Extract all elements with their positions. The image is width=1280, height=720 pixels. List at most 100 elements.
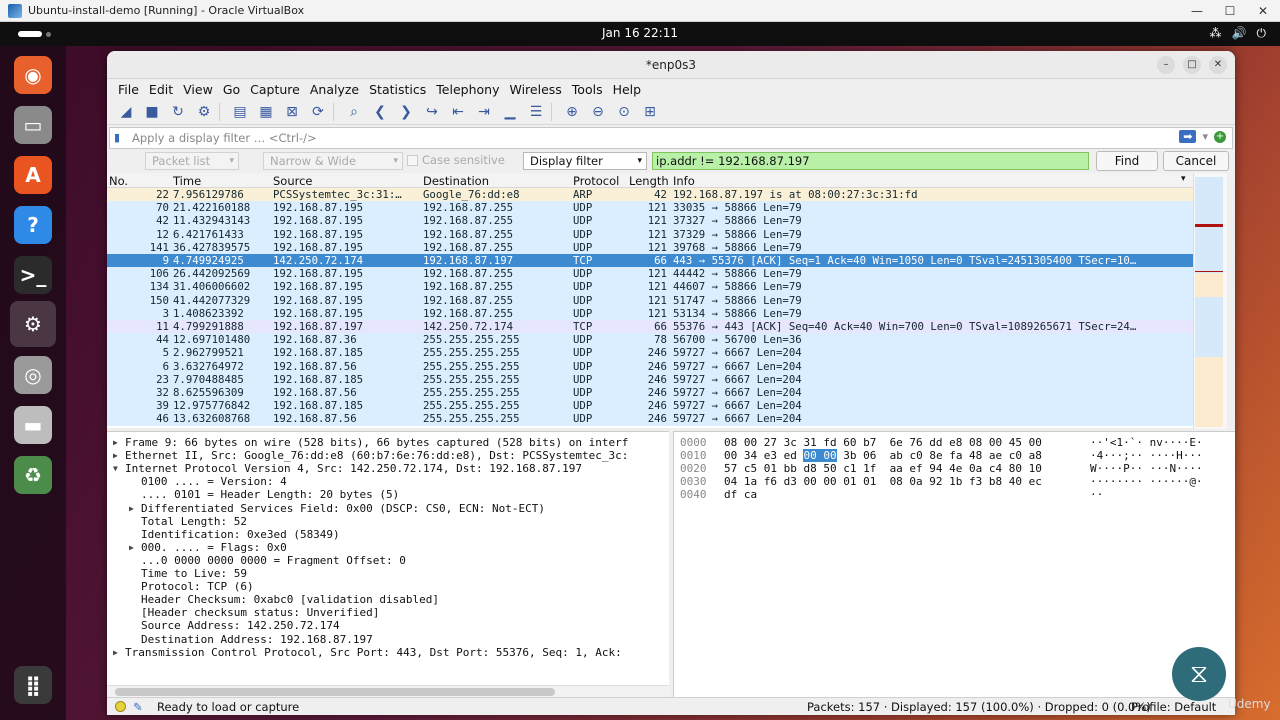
- packet-row[interactable]: 23 7.970488485 192.168.87.185 255.255.255.2…: [107, 372, 1193, 386]
- character-width-combo[interactable]: Narrow & Wide ▾: [263, 152, 403, 170]
- firefox-icon[interactable]: ◉: [14, 56, 52, 94]
- packet-row[interactable]: 32 8.625596309 192.168.87.56 255.255.255.25…: [107, 386, 1193, 400]
- packet-row[interactable]: 134 31.406006602 192.168.87.195 192.168.87.…: [107, 280, 1193, 294]
- scrollbar-thumb[interactable]: [115, 688, 555, 696]
- normal-size-icon[interactable]: ⊙: [613, 101, 635, 123]
- close-file-icon[interactable]: ⊠: [281, 101, 303, 123]
- column-time[interactable]: Time: [173, 174, 201, 188]
- optical-drive-icon[interactable]: ◎: [14, 356, 52, 394]
- detail-line[interactable]: Identification: 0xe3ed (58349): [107, 528, 669, 541]
- first-packet-icon[interactable]: ⇤: [447, 101, 469, 123]
- packet-row[interactable]: 106 26.442092569 192.168.87.195 192.168.87.…: [107, 267, 1193, 281]
- detail-line[interactable]: ...0 0000 0000 0000 = Fragment Offset: 0: [107, 554, 669, 567]
- packet-row[interactable]: 44 12.697101480 192.168.87.36 255.255.255.2…: [107, 333, 1193, 347]
- collapsed-arrow-icon[interactable]: ▶: [129, 541, 134, 554]
- column-source[interactable]: Source: [273, 174, 313, 188]
- go-back-icon[interactable]: ❮: [369, 101, 391, 123]
- menu-file[interactable]: File: [113, 82, 144, 97]
- apply-filter-icon[interactable]: ➡: [1179, 130, 1197, 143]
- menu-edit[interactable]: Edit: [144, 82, 178, 97]
- detail-line[interactable]: [Header checksum status: Unverified]: [107, 606, 669, 619]
- collapsed-arrow-icon[interactable]: ▶: [113, 436, 118, 449]
- column-length[interactable]: Length: [629, 174, 669, 188]
- find-button[interactable]: Find: [1096, 151, 1158, 171]
- find-packet-icon[interactable]: ⌕: [343, 101, 365, 123]
- add-filter-button-icon[interactable]: +: [1214, 130, 1226, 143]
- expanded-arrow-icon[interactable]: ▼: [113, 462, 118, 475]
- packet-minimap[interactable]: [1195, 177, 1223, 427]
- show-apps-icon[interactable]: ⣿: [14, 666, 52, 704]
- packet-list[interactable]: 22 7.956129786 PCSSystemtec_3c:31:… Google_…: [107, 188, 1193, 428]
- menu-wireless[interactable]: Wireless: [504, 82, 566, 97]
- clock[interactable]: Jan 16 22:11: [0, 26, 1280, 40]
- close-button[interactable]: ✕: [1209, 56, 1227, 74]
- column-destination[interactable]: Destination: [423, 174, 489, 188]
- hex-line[interactable]: 0000 08 00 27 3c 31 fd 60 b7 6e 76 dd e8 …: [674, 436, 1234, 449]
- menu-go[interactable]: Go: [218, 82, 245, 97]
- help-icon[interactable]: ?: [14, 206, 52, 244]
- search-type-combo[interactable]: Display filter ▾: [523, 152, 647, 170]
- packet-row[interactable]: 42 11.432943143 192.168.87.195 192.168.87.2…: [107, 214, 1193, 228]
- packet-row[interactable]: 39 12.975776842 192.168.87.185 255.255.255.…: [107, 399, 1193, 413]
- hex-line[interactable]: 0030 04 1a f6 d3 00 00 01 01 08 0a 92 1b …: [674, 475, 1234, 488]
- menu-help[interactable]: Help: [608, 82, 647, 97]
- vbox-close-button[interactable]: ✕: [1246, 0, 1280, 22]
- detail-line[interactable]: ▶ Transmission Control Protocol, Src Port…: [107, 646, 669, 659]
- detail-line[interactable]: Destination Address: 192.168.87.197: [107, 633, 669, 646]
- column-no[interactable]: No.: [109, 174, 128, 188]
- trash-icon[interactable]: ♻: [14, 456, 52, 494]
- packet-row[interactable]: 6 3.632764972 192.168.87.56 255.255.255.255…: [107, 359, 1193, 373]
- packet-row[interactable]: 9 4.749924925 142.250.72.174 192.168.87.197…: [107, 254, 1193, 268]
- column-info[interactable]: Info: [673, 174, 695, 188]
- checkbox-icon[interactable]: [407, 154, 418, 166]
- detail-line[interactable]: Total Length: 52: [107, 515, 669, 528]
- expert-info-icon[interactable]: [115, 701, 126, 712]
- case-sensitive-checkbox[interactable]: Case sensitive: [407, 153, 505, 167]
- vbox-minimize-button[interactable]: —: [1180, 0, 1214, 22]
- packet-row[interactable]: 141 36.427839575 192.168.87.195 192.168.87.…: [107, 240, 1193, 254]
- detail-line[interactable]: ▶ Frame 9: 66 bytes on wire (528 bits), 6…: [107, 436, 669, 449]
- search-in-combo[interactable]: Packet list ▾: [145, 152, 239, 170]
- bookmark-icon[interactable]: ▮: [114, 131, 128, 145]
- menu-view[interactable]: View: [178, 82, 218, 97]
- volume-icon[interactable]: 🔊: [1232, 26, 1247, 41]
- filter-dropdown-icon[interactable]: ▾: [1202, 130, 1208, 143]
- save-file-icon[interactable]: ▦: [255, 101, 277, 123]
- drive-icon[interactable]: ▬: [14, 406, 52, 444]
- hex-line[interactable]: 0040 df ca ··: [674, 488, 1234, 501]
- detail-line[interactable]: Header Checksum: 0xabc0 [validation disa…: [107, 593, 669, 606]
- display-filter-input[interactable]: Apply a display filter … <Ctrl-/>: [132, 131, 317, 145]
- hex-line[interactable]: 0010 00 34 e3 ed 00 00 3b 06 ab c0 8e fa …: [674, 449, 1234, 463]
- detail-line[interactable]: Time to Live: 59: [107, 567, 669, 580]
- reload-file-icon[interactable]: ⟳: [307, 101, 329, 123]
- packet-row[interactable]: 12 6.421761433 192.168.87.195 192.168.87.25…: [107, 227, 1193, 241]
- menu-statistics[interactable]: Statistics: [364, 82, 431, 97]
- detail-line[interactable]: 0100 .... = Version: 4: [107, 475, 669, 488]
- profile-label[interactable]: Profile: Default: [1131, 700, 1216, 714]
- hex-line[interactable]: 0020 57 c5 01 bb d8 50 c1 1f aa ef 94 4e …: [674, 462, 1234, 475]
- system-tray[interactable]: ⁂ 🔊 ⏻: [1210, 26, 1266, 41]
- packet-bytes-pane[interactable]: 0000 08 00 27 3c 31 fd 60 b7 6e 76 dd e8 …: [673, 431, 1235, 697]
- resize-columns-icon[interactable]: ⊞: [639, 101, 661, 123]
- power-icon[interactable]: ⏻: [1257, 26, 1267, 41]
- terminal-icon[interactable]: >_: [14, 256, 52, 294]
- autoscroll-icon[interactable]: ▁: [499, 101, 521, 123]
- stop-capture-icon[interactable]: ■: [141, 101, 163, 123]
- packet-row[interactable]: 3 1.408623392 192.168.87.195 192.168.87.255…: [107, 306, 1193, 320]
- app-center-icon[interactable]: A: [14, 156, 52, 194]
- detail-line[interactable]: ▶ Differentiated Services Field: 0x00 (DS…: [107, 502, 669, 515]
- menu-analyze[interactable]: Analyze: [305, 82, 364, 97]
- zoom-out-icon[interactable]: ⊖: [587, 101, 609, 123]
- collapsed-arrow-icon[interactable]: ▶: [113, 646, 118, 659]
- details-horizontal-scrollbar[interactable]: [107, 685, 669, 697]
- network-icon[interactable]: ⁂: [1210, 26, 1222, 41]
- detail-line[interactable]: Protocol: TCP (6): [107, 580, 669, 593]
- zoom-in-icon[interactable]: ⊕: [561, 101, 583, 123]
- minimize-button[interactable]: –: [1157, 56, 1175, 74]
- detail-line[interactable]: .... 0101 = Header Length: 20 bytes (5): [107, 488, 669, 501]
- go-forward-icon[interactable]: ❯: [395, 101, 417, 123]
- collapsed-arrow-icon[interactable]: ▶: [113, 449, 118, 462]
- column-menu-chevron-icon[interactable]: ▾: [1181, 174, 1186, 184]
- capture-options-icon[interactable]: ⚙: [193, 101, 215, 123]
- colorize-icon[interactable]: ☰: [525, 101, 547, 123]
